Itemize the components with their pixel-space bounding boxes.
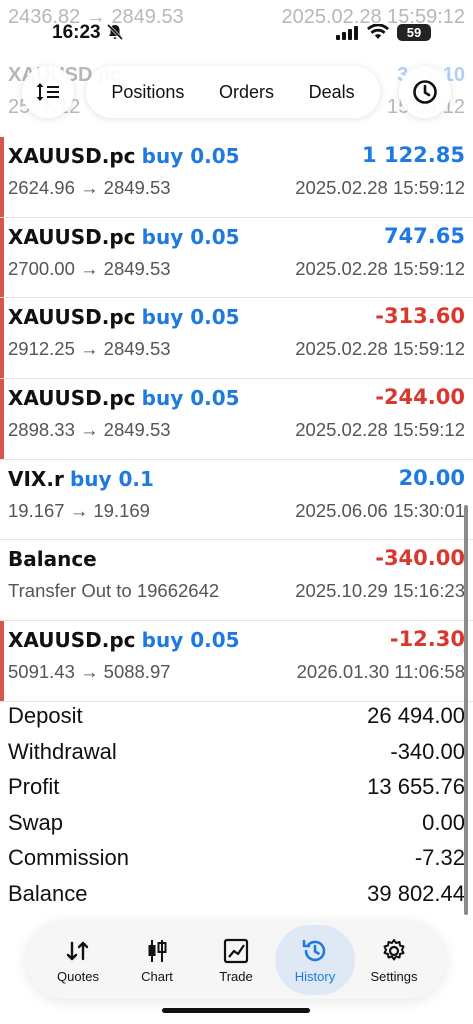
deal-prices: 2700.00 → 2849.53 <box>8 257 171 279</box>
nav-label: History <box>294 968 336 984</box>
summary-value: -7.32 <box>414 845 465 870</box>
summary-swap: Swap 0.00 <box>0 807 473 843</box>
deal-time: 2026.01.30 11:06:58 <box>296 661 465 683</box>
deal-time: 2025.02.28 15:59:12 <box>295 177 465 198</box>
trade-icon <box>223 938 249 963</box>
deal-profit: 1 122.85 <box>362 143 465 167</box>
deal-row[interactable]: XAUUSD.pc buy 0.05 747.65 2700.00 → 2849… <box>0 217 473 299</box>
summary-label: Withdrawal <box>8 738 117 764</box>
summary-label: Deposit <box>8 703 83 728</box>
deal-stripe <box>0 298 4 379</box>
deal-row[interactable]: VIX.r buy 0.1 20.00 19.167 → 19.169 2025… <box>0 460 473 541</box>
home-indicator <box>162 1008 310 1013</box>
summary-value: 39 802.44 <box>367 880 465 906</box>
chart-icon <box>148 939 167 962</box>
bell-muted-icon <box>106 23 124 41</box>
summary-balance: Balance 39 802.44 <box>0 878 473 914</box>
deal-row[interactable]: XAUUSD.pc buy 0.05 -12.30 5091.43 → 5088… <box>0 621 473 702</box>
deal-time: 2025.10.29 15:16:23 <box>295 580 465 602</box>
deal-stripe <box>0 137 4 217</box>
history-tabs: Positions Orders Deals <box>86 66 380 118</box>
summary-value: 26 494.00 <box>367 703 465 728</box>
summary-label: Balance <box>8 880 88 906</box>
summary-label: Profit <box>8 774 60 799</box>
deal-side: buy 0.1 <box>69 466 154 491</box>
summary-deposit: Deposit 26 494.00 <box>0 700 473 736</box>
signal-icon <box>336 26 358 40</box>
deal-side: buy 0.05 <box>141 224 240 249</box>
deal-prices: 2898.33 → 2849.53 <box>8 419 171 441</box>
deal-time: 2025.06.06 15:30:01 <box>295 499 465 521</box>
deal-side: buy 0.05 <box>141 305 240 330</box>
nav-label: Settings <box>370 968 418 984</box>
deal-symbol: XAUUSD.pc <box>8 144 136 168</box>
deal-symbol: XAUUSD.pc <box>8 305 136 330</box>
deal-side: buy 0.05 <box>141 628 240 653</box>
deal-time: 2025.02.28 15:59:12 <box>295 419 465 441</box>
deal-symbol: VIX.r <box>8 466 64 491</box>
deal-prices: 5091.43 → 5088.97 <box>8 661 171 683</box>
deal-prices: 2912.25 → 2849.53 <box>8 338 171 360</box>
nav-trade[interactable]: Trade <box>196 925 276 995</box>
deal-row[interactable]: XAUUSD.pc buy 0.05 1 122.85 2624.96 → 28… <box>0 137 473 218</box>
summary-profit: Profit 13 655.76 <box>0 771 473 807</box>
tab-deals[interactable]: Deals <box>305 76 359 109</box>
sort-button[interactable] <box>22 66 74 118</box>
nav-label: Chart <box>141 968 173 984</box>
deal-symbol: Balance <box>8 547 97 572</box>
deal-stripe <box>0 379 4 459</box>
deal-time: 2025.02.28 15:59:12 <box>295 257 465 279</box>
status-bar: 16:23 59 <box>0 18 473 48</box>
bottom-nav: Quotes Chart Trade History Settings <box>26 921 446 999</box>
wifi-icon <box>367 24 389 39</box>
deal-stripe <box>0 621 4 701</box>
nav-label: Quotes <box>57 968 99 984</box>
deal-row[interactable]: XAUUSD.pc buy 0.05 -244.00 2898.33 → 284… <box>0 379 473 460</box>
deal-prices: 19.167 → 19.169 <box>8 499 150 521</box>
battery-indicator: 59 <box>397 24 431 41</box>
summary-withdrawal: Withdrawal -340.00 <box>0 736 473 772</box>
nav-label: Trade <box>219 968 253 984</box>
deal-profit: -340.00 <box>375 546 465 571</box>
deal-side: buy 0.05 <box>141 144 240 168</box>
deal-profit: -12.30 <box>389 627 465 652</box>
deal-row[interactable]: XAUUSD.pc buy 0.05 -313.60 2912.25 → 284… <box>0 298 473 380</box>
deal-profit: 747.65 <box>383 223 465 248</box>
deals-list: XAUUSD.pc buy 0.05 1 122.85 2624.96 → 28… <box>0 137 473 702</box>
nav-settings[interactable]: Settings <box>354 925 434 995</box>
deal-side: buy 0.05 <box>141 386 240 411</box>
deal-symbol: XAUUSD.pc <box>8 224 136 249</box>
deal-symbol: XAUUSD.pc <box>8 628 136 653</box>
summary-commission: Commission -7.32 <box>0 842 473 878</box>
summary-value: 0.00 <box>422 809 465 835</box>
tab-positions[interactable]: Positions <box>107 76 188 109</box>
sort-icon <box>36 83 59 101</box>
quotes-icon <box>66 941 89 960</box>
deal-profit: -244.00 <box>375 385 465 410</box>
deal-comment: Transfer Out to 19662642 <box>8 580 220 602</box>
settings-icon <box>383 938 405 960</box>
nav-quotes[interactable]: Quotes <box>38 925 118 995</box>
status-time: 16:23 <box>52 22 101 43</box>
history-icon <box>302 939 326 961</box>
summary-label: Commission <box>8 845 130 870</box>
period-button[interactable] <box>399 66 451 118</box>
tab-orders[interactable]: Orders <box>215 76 278 109</box>
deal-profit: 20.00 <box>398 465 465 490</box>
deal-time: 2025.02.28 15:59:12 <box>295 338 465 360</box>
deal-stripe <box>0 217 4 298</box>
summary-value: -340.00 <box>390 738 465 764</box>
history-screen: 2436.82 → 2849.53 2025.02.28 15:59:12 XA… <box>0 0 473 1024</box>
summary-value: 13 655.76 <box>367 774 465 799</box>
balance-row[interactable]: Balance -340.00 Transfer Out to 19662642… <box>0 540 473 622</box>
summary-panel: Deposit 26 494.00 Withdrawal -340.00 Pro… <box>0 700 473 913</box>
deal-prices: 2624.96 → 2849.53 <box>8 177 171 198</box>
deal-profit: -313.60 <box>375 304 465 329</box>
summary-label: Swap <box>8 809 64 835</box>
scrollbar[interactable] <box>464 505 468 915</box>
clock-icon <box>413 80 437 104</box>
nav-history[interactable]: History <box>275 925 355 995</box>
deal-symbol: XAUUSD.pc <box>8 386 136 411</box>
nav-chart[interactable]: Chart <box>117 925 197 995</box>
